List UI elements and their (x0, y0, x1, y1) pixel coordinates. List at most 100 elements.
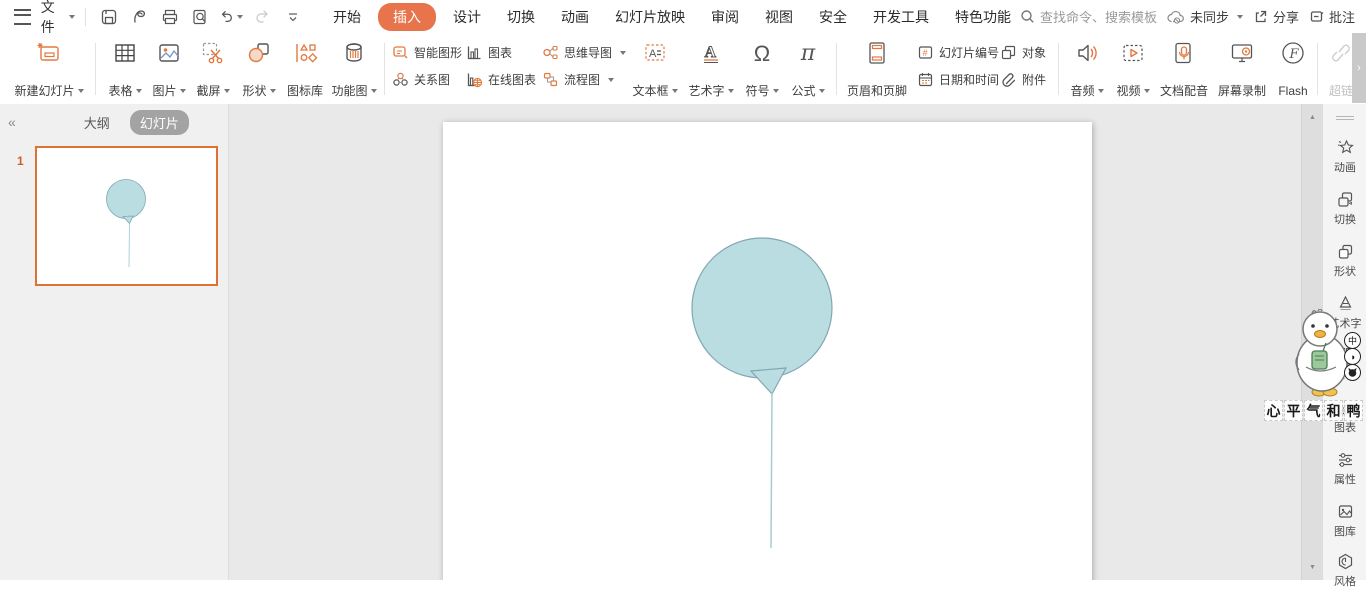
redo-button[interactable] (251, 6, 273, 28)
tab-review[interactable]: 审阅 (702, 4, 748, 30)
formula-button[interactable]: π 公式 (788, 40, 828, 98)
tab-design[interactable]: 设计 (444, 4, 490, 30)
scroll-down-icon[interactable]: ▼ (1302, 558, 1323, 576)
chart-button[interactable]: 图表 (466, 44, 512, 61)
scroll-up-icon[interactable]: ▲ (1302, 108, 1323, 126)
relation-diagram-button[interactable]: 关系图 (392, 71, 450, 88)
flash-button[interactable]: F Flash (1273, 40, 1313, 98)
panel-collapse-icon[interactable]: « (8, 114, 16, 130)
pet-button-language[interactable]: 中 (1344, 332, 1361, 349)
object-icon (1000, 44, 1017, 61)
tab-view[interactable]: 视图 (756, 4, 802, 30)
save-button[interactable] (98, 6, 120, 28)
chevron-down-icon (1144, 89, 1150, 93)
screen-record-button[interactable]: 屏幕录制 (1215, 40, 1269, 98)
customize-toolbar-button[interactable] (282, 6, 304, 28)
properties-icon (1336, 450, 1355, 469)
attachment-button[interactable]: 附件 (1000, 71, 1046, 88)
text-box-button[interactable]: A 文本框 (630, 40, 680, 98)
smart-graphics-icon (392, 44, 409, 61)
print-button[interactable] (159, 6, 181, 28)
search-command-button[interactable]: 查找命令、搜索模板 (1020, 7, 1157, 26)
mind-map-button[interactable]: 思维导图 (542, 44, 626, 61)
tab-outline[interactable]: 大纲 (74, 110, 120, 135)
tab-developer[interactable]: 开发工具 (864, 4, 938, 30)
pet-button-theme[interactable]: ◑ (1344, 348, 1361, 365)
tab-slideshow[interactable]: 幻灯片放映 (606, 4, 694, 30)
doc-dubbing-icon (1171, 40, 1197, 66)
video-button[interactable]: 视频 (1112, 40, 1154, 98)
symbol-button[interactable]: Ω 符号 (742, 40, 782, 98)
screen-record-label: 屏幕录制 (1218, 84, 1266, 98)
header-footer-icon (864, 40, 890, 66)
tab-home[interactable]: 开始 (324, 4, 370, 30)
undo-dropdown-icon[interactable] (237, 15, 243, 19)
video-label: 视频 (1116, 84, 1140, 98)
balloon-shape[interactable] (443, 122, 1092, 580)
print-preview-button[interactable] (189, 6, 211, 28)
sidebar-item-shape[interactable]: 形状 (1323, 242, 1366, 279)
tab-slides[interactable]: 幻灯片 (130, 110, 189, 135)
doc-dubbing-button[interactable]: 文档配音 (1157, 40, 1211, 98)
sidebar-item-label: 图表 (1334, 419, 1356, 435)
header-footer-button[interactable]: 页眉和页脚 (843, 40, 911, 98)
chart-label: 图表 (488, 44, 512, 61)
new-slide-button[interactable]: 新建幻灯片 (8, 40, 90, 98)
flow-chart-button[interactable]: 流程图 (542, 71, 614, 88)
word-art-button[interactable]: A 艺术字 (686, 40, 736, 98)
flash-icon: F (1280, 40, 1306, 66)
picture-button[interactable]: 图片 (148, 40, 190, 98)
ribbon-expand-button[interactable]: › (1352, 33, 1366, 103)
audio-button[interactable]: 音频 (1066, 40, 1108, 98)
comment-button[interactable]: 批注 (1309, 7, 1355, 26)
object-button[interactable]: 对象 (1000, 44, 1046, 61)
chevron-down-icon (728, 89, 734, 93)
hyperlink-icon (1328, 40, 1354, 66)
ribbon-toolbar: 新建幻灯片 表格 图片 截屏 形状 图标库 功能图 (0, 33, 1366, 105)
sidebar-item-gallery[interactable]: 图库 (1323, 502, 1366, 539)
search-icon (1020, 9, 1035, 24)
sidebar-item-style[interactable]: 风格 (1323, 552, 1366, 589)
sidebar-item-transition[interactable]: 切换 (1323, 190, 1366, 227)
screenshot-button[interactable]: 截屏 (192, 40, 234, 98)
sidebar-item-properties[interactable]: 属性 (1323, 450, 1366, 487)
sidebar-item-animation[interactable]: 动画 (1323, 138, 1366, 175)
video-icon (1120, 40, 1146, 66)
function-diagram-button[interactable]: 功能图 (328, 40, 380, 98)
formula-label: 公式 (791, 84, 815, 98)
menu-bar: 文件 (0, 0, 1366, 33)
hyperlink-label: 超链 (1329, 84, 1353, 98)
tab-special-features[interactable]: 特色功能 (946, 4, 1020, 30)
undo-button[interactable] (219, 6, 243, 28)
flash-label: Flash (1278, 84, 1307, 98)
pet-button-cat[interactable] (1344, 364, 1361, 381)
share-button[interactable]: 分享 (1253, 7, 1299, 26)
sync-status-button[interactable]: 未同步 (1167, 7, 1243, 26)
slide-number-button[interactable]: # 幻灯片编号 (917, 44, 999, 61)
tab-transition[interactable]: 切换 (498, 4, 544, 30)
date-time-icon (917, 71, 934, 88)
text-box-label: 文本框 (632, 84, 668, 98)
slide-thumbnail[interactable] (35, 146, 218, 286)
export-pdf-button[interactable] (128, 6, 150, 28)
editing-canvas[interactable] (229, 104, 1301, 580)
table-label: 表格 (108, 84, 132, 98)
doc-dubbing-label: 文档配音 (1160, 84, 1208, 98)
tab-animation[interactable]: 动画 (552, 4, 598, 30)
slide-1[interactable] (443, 122, 1092, 580)
online-chart-button[interactable]: 在线图表 (466, 71, 536, 88)
tab-security[interactable]: 安全 (810, 4, 856, 30)
main-menu-icon[interactable] (14, 9, 31, 25)
icon-library-button[interactable]: 图标库 (284, 40, 326, 98)
date-time-button[interactable]: 日期和时间 (917, 71, 999, 88)
table-button[interactable]: 表格 (104, 40, 146, 98)
shapes-button[interactable]: 形状 (236, 40, 282, 98)
smart-graphics-button[interactable]: 智能图形 (392, 44, 462, 61)
sidebar-drag-handle[interactable] (1336, 114, 1354, 122)
sidebar-item-label: 形状 (1334, 263, 1356, 279)
slide-number-label: 幻灯片编号 (939, 44, 999, 61)
file-menu-button[interactable]: 文件 (41, 0, 75, 37)
sidebar-item-label: 风格 (1334, 573, 1356, 589)
ribbon-group-divider (1058, 43, 1059, 95)
tab-insert[interactable]: 插入 (378, 3, 436, 31)
